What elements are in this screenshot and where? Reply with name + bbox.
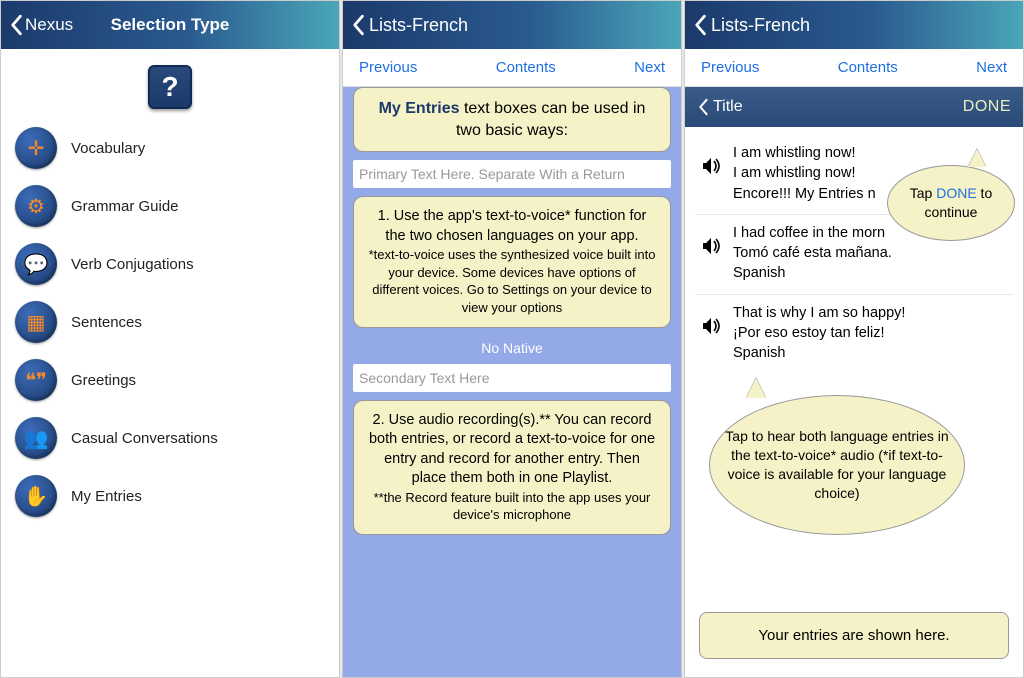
- done-button[interactable]: DONE: [963, 98, 1011, 116]
- back-button[interactable]: Lists-French: [693, 14, 810, 36]
- primary-text-input[interactable]: Primary Text Here. Separate With a Retur…: [353, 160, 671, 188]
- panel-selection-type: Nexus Selection Type ? ✛ Vocabulary ⚙ Gr…: [0, 0, 340, 678]
- nav-contents[interactable]: Contents: [496, 59, 556, 76]
- card-step-1: 1. Use the app's text-to-voice* function…: [353, 196, 671, 327]
- bubble1-done: DONE: [936, 185, 976, 201]
- entry-line-2: I am whistling now!: [733, 163, 876, 183]
- back-button[interactable]: Lists-French: [351, 14, 468, 36]
- gears-icon: ⚙: [15, 185, 57, 227]
- menu-item-grammar[interactable]: ⚙ Grammar Guide: [1, 177, 339, 235]
- menu-item-greetings[interactable]: ❝❞ Greetings: [1, 351, 339, 409]
- speech-icon: 💬: [15, 243, 57, 285]
- intro-card: My Entries text boxes can be used in two…: [353, 87, 671, 152]
- help-wrap: ?: [1, 49, 339, 119]
- bubble2-text: Tap to hear both language entries in the…: [722, 427, 952, 503]
- back-label: Nexus: [25, 15, 73, 35]
- entry-lines: I am whistling now! I am whistling now! …: [733, 143, 876, 204]
- entries-body: I am whistling now! I am whistling now! …: [685, 127, 1023, 677]
- menu-item-verb[interactable]: 💬 Verb Conjugations: [1, 235, 339, 293]
- secondary-text-input[interactable]: Secondary Text Here: [353, 364, 671, 392]
- chevron-left-icon: [351, 14, 365, 36]
- quotes-icon: ❝❞: [15, 359, 57, 401]
- chevron-left-icon: [697, 98, 709, 116]
- entry-line-1: That is why I am so happy!: [733, 303, 905, 323]
- menu-label: Vocabulary: [71, 140, 145, 157]
- nav-next[interactable]: Next: [976, 59, 1007, 76]
- entry-lines: That is why I am so happy! ¡Por eso esto…: [733, 303, 905, 364]
- nav-next[interactable]: Next: [634, 59, 665, 76]
- panel-tutorial-1: Lists-French Previous Contents Next My E…: [342, 0, 682, 678]
- nav-previous[interactable]: Previous: [359, 59, 417, 76]
- card1-fine: *text-to-voice uses the synthesized voic…: [368, 246, 656, 316]
- tooltip-done: Tap DONE to continue: [887, 165, 1015, 241]
- entry-line-1: I am whistling now!: [733, 143, 876, 163]
- people-icon: 👥: [15, 417, 57, 459]
- menu-item-vocabulary[interactable]: ✛ Vocabulary: [1, 119, 339, 177]
- tutorial-body: My Entries text boxes can be used in two…: [343, 87, 681, 677]
- menu-item-myentries[interactable]: ✋ My Entries: [1, 467, 339, 525]
- titlebar: Title DONE: [685, 87, 1023, 127]
- intro-rest: text boxes can be used in two basic ways…: [456, 100, 645, 139]
- entry-line-2: ¡Por eso estoy tan feliz!: [733, 323, 905, 343]
- bottom-card-text: Your entries are shown here.: [758, 627, 949, 644]
- entry-line-3: Encore!!! My Entries n: [733, 184, 876, 204]
- card2-fine: **the Record feature built into the app …: [368, 489, 656, 524]
- menu-item-casual[interactable]: 👥 Casual Conversations: [1, 409, 339, 467]
- chevron-left-icon: [693, 14, 707, 36]
- header: Lists-French: [343, 1, 681, 49]
- nav-previous[interactable]: Previous: [701, 59, 759, 76]
- speaker-icon[interactable]: [699, 237, 725, 255]
- blocks-icon: ▦: [15, 301, 57, 343]
- menu-list: ✛ Vocabulary ⚙ Grammar Guide 💬 Verb Conj…: [1, 119, 339, 525]
- menu-label: My Entries: [71, 488, 142, 505]
- puzzle-icon: ✛: [15, 127, 57, 169]
- entry-line-1: I had coffee in the morn: [733, 223, 892, 243]
- tooltip-speaker: Tap to hear both language entries in the…: [709, 395, 965, 535]
- intro-bold: My Entries: [379, 100, 460, 117]
- card-step-2: 2. Use audio recording(s).** You can rec…: [353, 400, 671, 535]
- no-native-label: No Native: [353, 336, 671, 364]
- bubble1-pre: Tap: [910, 185, 936, 201]
- menu-label: Verb Conjugations: [71, 256, 194, 273]
- header: Nexus Selection Type: [1, 1, 339, 49]
- nav-contents[interactable]: Contents: [838, 59, 898, 76]
- subnav: Previous Contents Next: [343, 49, 681, 87]
- card1-main: 1. Use the app's text-to-voice* function…: [368, 207, 656, 246]
- help-button[interactable]: ?: [148, 65, 192, 109]
- titlebar-back[interactable]: Title: [697, 98, 743, 116]
- page-title: Selection Type: [111, 15, 230, 35]
- card2-main: 2. Use audio recording(s).** You can rec…: [368, 411, 656, 489]
- back-label: Lists-French: [711, 15, 810, 36]
- menu-label: Casual Conversations: [71, 430, 218, 447]
- chevron-left-icon: [9, 14, 23, 36]
- list-item[interactable]: That is why I am so happy! ¡Por eso esto…: [695, 295, 1013, 374]
- bottom-card: Your entries are shown here.: [699, 612, 1009, 659]
- speaker-icon[interactable]: [699, 317, 725, 335]
- menu-label: Grammar Guide: [71, 198, 179, 215]
- header: Lists-French: [685, 1, 1023, 49]
- entry-line-2: Tomó café esta mañana.: [733, 243, 892, 263]
- hand-icon: ✋: [15, 475, 57, 517]
- back-label: Lists-French: [369, 15, 468, 36]
- back-button[interactable]: Nexus: [9, 14, 73, 36]
- entry-line-3: Spanish: [733, 263, 892, 283]
- entry-lines: I had coffee in the morn Tomó café esta …: [733, 223, 892, 284]
- speaker-icon[interactable]: [699, 157, 725, 175]
- subnav: Previous Contents Next: [685, 49, 1023, 87]
- panel-tutorial-2: Lists-French Previous Contents Next Titl…: [684, 0, 1024, 678]
- menu-label: Sentences: [71, 314, 142, 331]
- menu-item-sentences[interactable]: ▦ Sentences: [1, 293, 339, 351]
- menu-label: Greetings: [71, 372, 136, 389]
- entry-line-3: Spanish: [733, 343, 905, 363]
- titlebar-back-label: Title: [713, 98, 743, 116]
